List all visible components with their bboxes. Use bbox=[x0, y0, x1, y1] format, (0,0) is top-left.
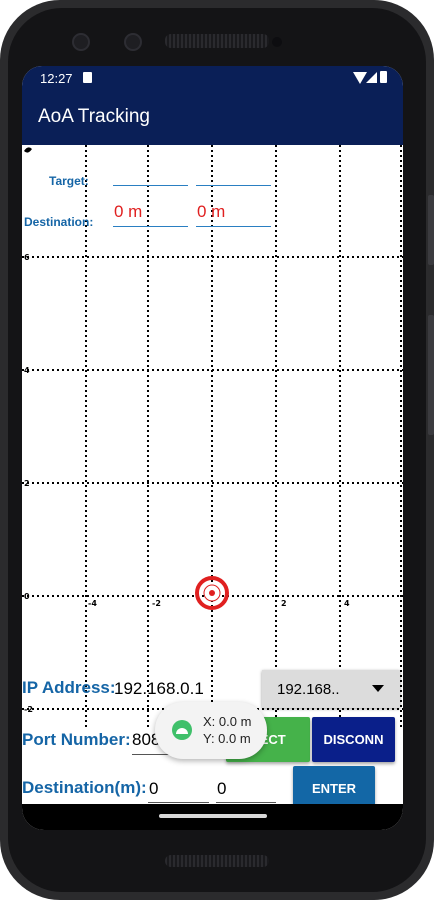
app-bar: AoA Tracking bbox=[22, 90, 403, 145]
corner-glyph-icon bbox=[24, 147, 32, 153]
power-button bbox=[428, 195, 434, 265]
y-tick-label: 0 bbox=[24, 592, 30, 601]
front-camera-icon bbox=[124, 33, 142, 51]
coordinates-toast: X: 0.0 m Y: 0.0 m bbox=[155, 702, 267, 759]
toast-y-text: Y: 0.0 m bbox=[203, 731, 251, 746]
volume-button bbox=[428, 315, 434, 435]
destination-y-field bbox=[196, 226, 271, 227]
destination-x-field bbox=[113, 226, 188, 227]
destination-x-input[interactable]: 0 bbox=[149, 779, 158, 799]
y-tick-label: -2 bbox=[24, 705, 33, 714]
y-tick-label: 6 bbox=[24, 253, 30, 262]
destination-y-value: 0 m bbox=[197, 202, 226, 221]
target-marker-icon bbox=[195, 576, 229, 610]
destination-x-value: 0 m bbox=[114, 202, 143, 221]
status-time: 12:27 bbox=[40, 71, 73, 86]
destination-label: Destination: bbox=[24, 215, 94, 229]
chevron-down-icon bbox=[372, 685, 384, 692]
proximity-sensor bbox=[272, 37, 282, 47]
destination-y-input[interactable]: 0 bbox=[217, 779, 226, 799]
home-gesture-pill[interactable] bbox=[159, 814, 267, 818]
sd-card-icon bbox=[83, 72, 92, 83]
x-tick-label: 4 bbox=[344, 599, 350, 608]
plot-grid: 6 4 2 0 -2 -4 -2 2 4 bbox=[22, 145, 403, 730]
screen: 12:27 AoA Tracking 6 4 2 0 -2 -4 -2 2 4 … bbox=[22, 66, 403, 830]
x-tick-label: 2 bbox=[281, 599, 287, 608]
x-tick-label: -2 bbox=[152, 599, 161, 608]
target-x-field bbox=[113, 185, 188, 186]
toast-x-text: X: 0.0 m bbox=[203, 714, 252, 729]
x-tick-label: -4 bbox=[88, 599, 97, 608]
ip-address-label: IP Address: bbox=[22, 678, 116, 697]
signal-icon bbox=[366, 72, 377, 83]
earpiece-speaker bbox=[165, 34, 269, 48]
destination-x-underline bbox=[148, 802, 209, 803]
disconnect-button[interactable]: DISCONN bbox=[312, 717, 395, 762]
status-bar: 12:27 bbox=[22, 66, 403, 90]
y-tick-label: 2 bbox=[24, 479, 30, 488]
phone-frame: 12:27 AoA Tracking 6 4 2 0 -2 -4 -2 2 4 … bbox=[0, 0, 434, 900]
destination-m-label: Destination(m): bbox=[22, 778, 147, 797]
destination-y-underline bbox=[216, 802, 276, 803]
android-icon bbox=[172, 720, 192, 740]
y-tick-label: 4 bbox=[24, 366, 30, 375]
wifi-icon bbox=[353, 72, 367, 84]
bottom-speaker bbox=[165, 855, 269, 867]
target-label: Target: bbox=[49, 174, 89, 188]
port-number-label: Port Number: bbox=[22, 730, 131, 749]
battery-icon bbox=[380, 71, 387, 83]
ip-dropdown[interactable]: 192.168.. bbox=[262, 670, 400, 708]
target-y-field bbox=[196, 185, 271, 186]
ip-dropdown-selected: 192.168.. bbox=[277, 681, 340, 698]
app-title: AoA Tracking bbox=[38, 106, 150, 127]
front-camera-icon bbox=[72, 33, 90, 51]
tracking-plot[interactable]: 6 4 2 0 -2 -4 -2 2 4 Target: Destination… bbox=[22, 145, 403, 730]
ip-address-value: 192.168.0.1 bbox=[114, 679, 204, 698]
